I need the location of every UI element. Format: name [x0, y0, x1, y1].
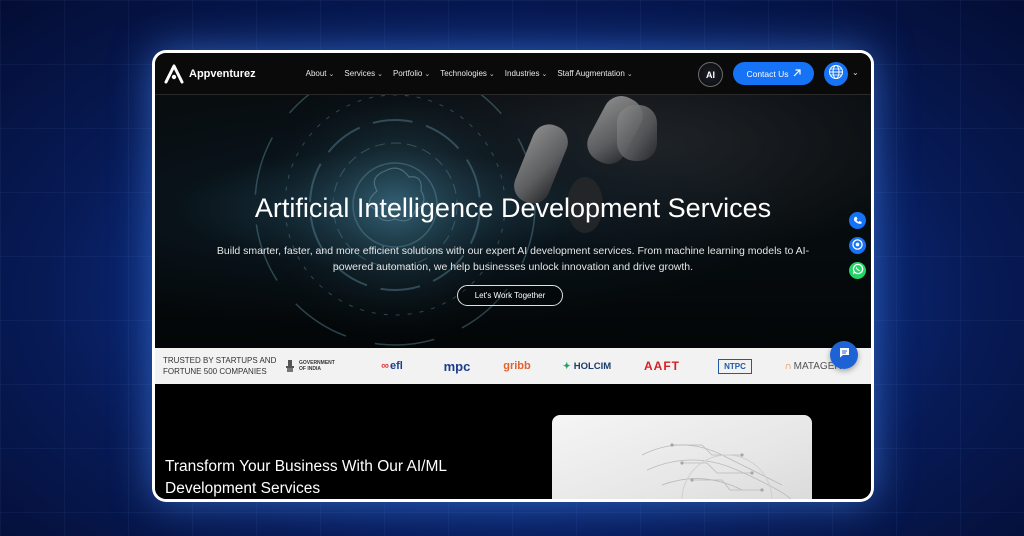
client-logos: GOVERNMENT OF INDIA ∞ efl mpc gribb ✦ HO… — [286, 358, 871, 374]
section-title: Transform Your Business With Our AI/ML D… — [165, 458, 447, 497]
hero-subtitle: Build smarter, faster, and more efficien… — [216, 245, 810, 273]
emblem-icon — [286, 360, 294, 372]
brand-name: Appventurez — [189, 67, 256, 80]
menu-label: Technologies — [440, 69, 487, 78]
client-logo-holcim: ✦ HOLCIM — [547, 361, 627, 372]
trusted-by-label: TRUSTED BY STARTUPS AND FORTUNE 500 COMP… — [163, 355, 297, 377]
logo-mark-icon — [163, 63, 185, 85]
client-logo-aaft: AAFT — [644, 359, 680, 373]
client-logo-ntpc: NTPC — [697, 358, 773, 374]
skype-button[interactable] — [849, 237, 866, 254]
matager-mark-icon: ∩ — [784, 360, 792, 372]
services-intro-section: Transform Your Business With Our AI/ML D… — [155, 384, 871, 499]
menu-item-about[interactable]: About ⌄ — [306, 69, 335, 78]
chat-icon — [838, 346, 851, 364]
menu-item-services[interactable]: Services ⌄ — [344, 69, 383, 78]
website-viewport: Appventurez About ⌄ Services ⌄ Portfolio ⌄ … — [155, 53, 871, 499]
holcim-mark-icon: ✦ — [562, 360, 571, 372]
chevron-down-icon: ⌄ — [626, 70, 633, 78]
ai-visual-card — [552, 415, 812, 499]
trusted-by-bar: TRUSTED BY STARTUPS AND FORTUNE 500 COMP… — [155, 348, 871, 384]
menu-label: Services — [344, 69, 376, 78]
brand-text: NTPC — [718, 358, 752, 374]
globe-icon — [828, 64, 844, 85]
circuit-globe-image — [641, 443, 792, 499]
brand-text: efl — [390, 360, 403, 372]
arrow-up-right-icon — [793, 68, 801, 79]
lets-work-together-button[interactable]: Let's Work Together — [457, 285, 563, 306]
menu-label: About — [305, 69, 327, 78]
contact-us-button[interactable]: Contact Us — [733, 62, 814, 85]
ai-button[interactable]: AI — [698, 62, 723, 87]
menu-label: Staff Augmentation — [557, 69, 625, 78]
chevron-down-icon: ⌄ — [541, 70, 548, 78]
whatsapp-icon — [852, 262, 864, 280]
client-logo-gribb: gribb — [503, 360, 531, 372]
brand-text: GOVERNMENT OF INDIA — [299, 360, 335, 372]
efl-mark-icon: ∞ — [381, 360, 389, 372]
brand-logo[interactable]: Appventurez — [163, 63, 256, 85]
whatsapp-button[interactable] — [849, 262, 866, 279]
browser-frame: Appventurez About ⌄ Services ⌄ Portfolio ⌄ … — [152, 50, 874, 502]
menu-label: Industries — [504, 69, 540, 78]
phone-call-button[interactable] — [849, 212, 866, 229]
client-logo-efl: ∞ efl — [357, 360, 427, 372]
contact-us-label: Contact Us — [746, 68, 789, 79]
trusted-line-2: FORTUNE 500 COMPANIES — [163, 367, 267, 376]
menu-label: Portfolio — [392, 69, 423, 78]
target-icon — [852, 237, 863, 255]
chevron-down-icon: ⌄ — [424, 70, 431, 78]
menu-item-industries[interactable]: Industries ⌄ — [505, 69, 548, 78]
hero-section: Artificial Intelligence Development Serv… — [155, 95, 871, 348]
chevron-down-icon: ⌄ — [377, 70, 383, 78]
menu-item-staff-augmentation[interactable]: Staff Augmentation ⌄ — [557, 69, 632, 78]
trusted-line-1: TRUSTED BY STARTUPS AND — [163, 356, 277, 365]
hero-title: Artificial Intelligence Development Serv… — [254, 193, 772, 223]
client-logo-government-of-india: GOVERNMENT OF INDIA — [286, 360, 357, 372]
chat-widget-button[interactable] — [830, 341, 858, 369]
menu-item-portfolio[interactable]: Portfolio ⌄ — [393, 69, 430, 78]
language-globe-button[interactable] — [824, 62, 848, 86]
chevron-down-icon[interactable]: ⌄ — [852, 68, 859, 77]
chevron-down-icon: ⌄ — [488, 70, 495, 78]
client-logo-mpc: mpc — [443, 358, 471, 374]
menu-item-technologies[interactable]: Technologies ⌄ — [440, 69, 495, 78]
chevron-down-icon: ⌄ — [328, 70, 335, 78]
main-menu: About ⌄ Services ⌄ Portfolio ⌄ Technologies… — [306, 69, 633, 78]
brand-text: HOLCIM — [573, 360, 612, 372]
top-navbar: Appventurez About ⌄ Services ⌄ Portfolio ⌄ … — [155, 53, 871, 95]
phone-icon — [853, 212, 862, 230]
